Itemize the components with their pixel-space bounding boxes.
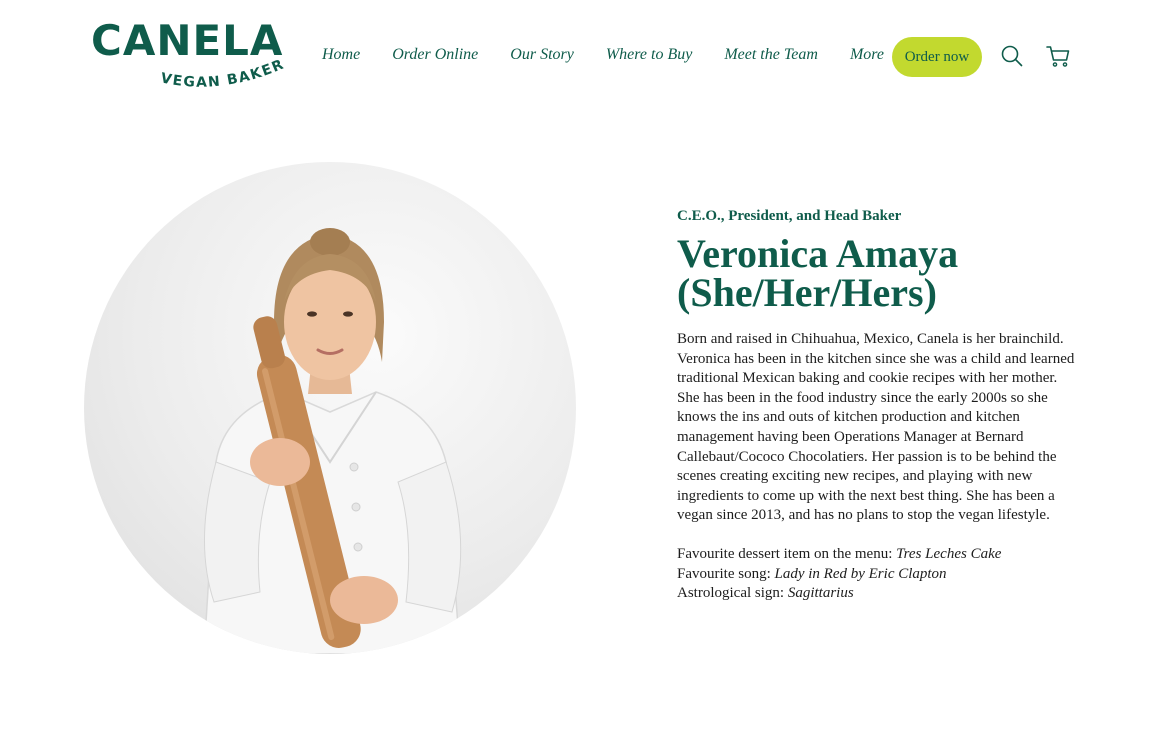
nav-our-story[interactable]: Our Story — [510, 46, 574, 64]
profile-bio: Born and raised in Chihuahua, Mexico, Ca… — [677, 331, 1075, 524]
favourite-dessert-value: Tres Leches Cake — [896, 546, 1002, 562]
order-now-button[interactable]: Order now — [892, 37, 982, 77]
favourite-dessert-label: Favourite dessert item on the menu: — [677, 546, 893, 562]
astrological-sign: Astrological sign: Sagittarius — [677, 584, 1077, 604]
astrological-sign-value: Sagittarius — [787, 585, 854, 602]
nav-more[interactable]: More — [850, 46, 884, 64]
nav-where-to-buy[interactable]: Where to Buy — [606, 46, 692, 64]
favourite-song: Favourite song: Lady in Red by Eric Clap… — [677, 565, 1077, 585]
brand-name: CANELA — [91, 16, 284, 65]
favourite-song-value: Lady in Red by Eric Clapton — [774, 565, 947, 582]
nav-meet-the-team[interactable]: Meet the Team — [724, 46, 818, 64]
nav-order-online[interactable]: Order Online — [392, 46, 478, 64]
cart-icon[interactable] — [1045, 43, 1071, 69]
favourite-song-label: Favourite song: — [677, 565, 771, 582]
profile-photo — [84, 162, 576, 654]
brand-logo[interactable]: CANELA VEGAN BAKERY — [88, 18, 288, 96]
nav-home[interactable]: Home — [322, 46, 360, 64]
search-icon[interactable] — [999, 43, 1025, 69]
astrological-sign-label: Astrological sign: — [677, 585, 785, 602]
favourite-dessert: Favourite dessert item on the menu: Tres… — [677, 545, 1077, 565]
main-nav: Home Order Online Our Story Where to Buy… — [322, 44, 884, 66]
profile-name: Veronica Amaya (She/Her/Hers) — [677, 234, 1097, 315]
profile-favourites: Favourite dessert item on the menu: Tres… — [677, 545, 1077, 604]
profile-pronouns: (She/Her/Hers) — [677, 270, 937, 315]
profile-role: C.E.O., President, and Head Baker — [677, 208, 902, 224]
